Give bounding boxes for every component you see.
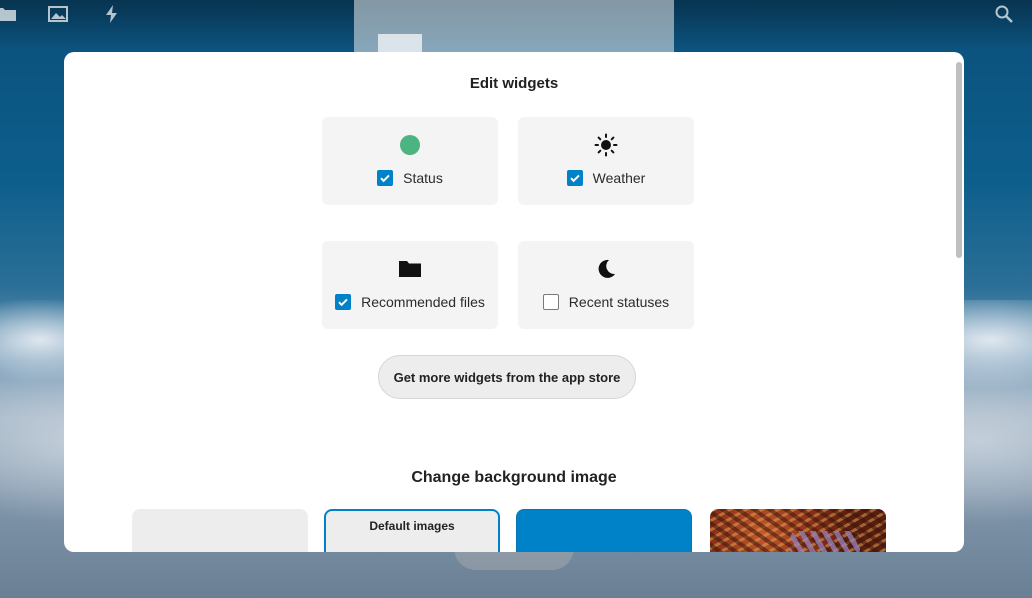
check-icon bbox=[338, 298, 348, 307]
edit-widgets-title: Edit widgets bbox=[469, 75, 559, 92]
background-option-color[interactable] bbox=[516, 509, 692, 552]
status-dot-icon bbox=[322, 133, 498, 157]
photos-app-icon[interactable] bbox=[48, 4, 68, 24]
weather-label: Weather bbox=[592, 170, 646, 186]
moon-icon bbox=[518, 257, 694, 281]
panel-thumbnail bbox=[378, 34, 422, 52]
dashboard-panel-behind bbox=[354, 0, 674, 52]
check-icon bbox=[380, 174, 390, 183]
default-images-label: Default images bbox=[369, 519, 455, 533]
widget-card-recommended-files[interactable]: Recommended files bbox=[322, 241, 498, 329]
check-icon bbox=[569, 174, 580, 183]
folder-icon bbox=[322, 257, 498, 281]
status-label: Status bbox=[403, 170, 443, 186]
status-checkbox[interactable] bbox=[377, 170, 394, 186]
widget-card-recent-statuses[interactable]: Recent statuses bbox=[518, 241, 694, 329]
activity-app-icon[interactable] bbox=[102, 4, 122, 24]
recommended-files-checkbox[interactable] bbox=[335, 294, 352, 310]
recent-statuses-checkbox[interactable] bbox=[542, 294, 559, 310]
weather-checkbox[interactable] bbox=[566, 170, 583, 186]
background-option-photo[interactable] bbox=[710, 509, 886, 552]
change-background-title: Change background image bbox=[411, 469, 617, 486]
recommended-files-label: Recommended files bbox=[361, 294, 485, 310]
files-app-icon[interactable] bbox=[0, 4, 16, 24]
edit-widgets-modal: Edit widgets Status Weather Recommended … bbox=[64, 52, 964, 552]
background-option-custom[interactable] bbox=[132, 509, 308, 552]
search-icon[interactable] bbox=[994, 4, 1014, 24]
recent-statuses-label: Recent statuses bbox=[568, 294, 670, 310]
widget-card-status[interactable]: Status bbox=[322, 117, 498, 205]
background-option-default[interactable]: Default images bbox=[324, 509, 500, 552]
widget-card-weather[interactable]: Weather bbox=[518, 117, 694, 205]
get-more-widgets-button[interactable]: Get more widgets from the app store bbox=[378, 355, 636, 399]
sun-icon bbox=[518, 133, 694, 157]
